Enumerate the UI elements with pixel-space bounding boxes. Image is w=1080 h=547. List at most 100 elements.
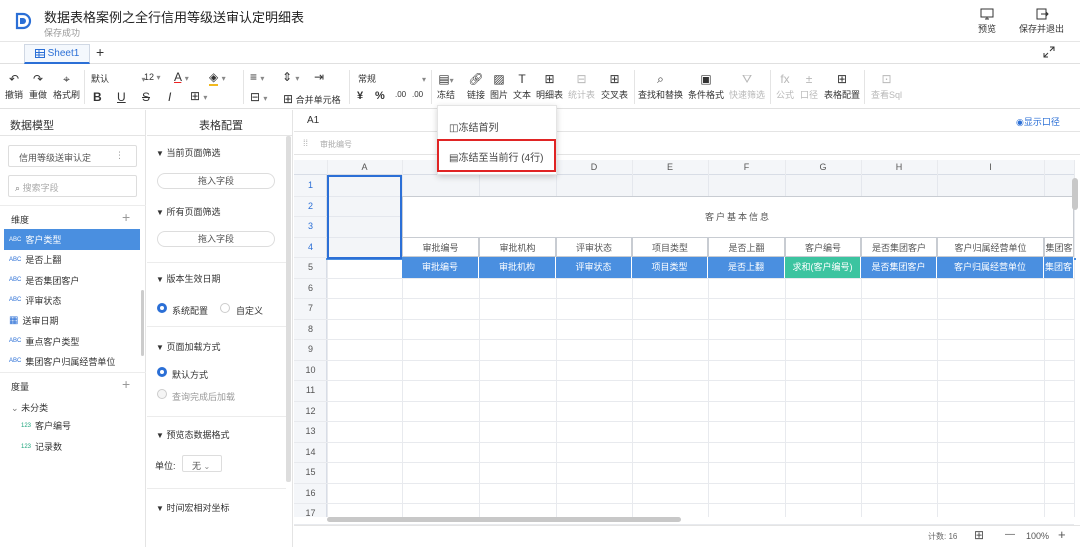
conditional-format-button[interactable]: ▣ 条件格式	[688, 72, 724, 101]
header-cell[interactable]: 是否上翻	[708, 236, 785, 257]
cross-table-button[interactable]: ⊞ 交叉表	[601, 72, 628, 101]
field-binding-cell[interactable]: 评审状态	[556, 257, 632, 278]
add-sheet-button[interactable]: +	[96, 44, 104, 60]
dataset-select[interactable]: 信用等级送审认定 ⋮	[8, 145, 137, 167]
header-cell[interactable]: 评审状态	[556, 236, 632, 257]
fill-color-button[interactable]: ◈ ▾	[209, 70, 226, 86]
detail-table-button[interactable]: ⊞ 明细表	[536, 72, 563, 101]
vertical-scrollbar[interactable]	[1072, 178, 1078, 210]
header-cell[interactable]: 客户编号	[785, 236, 861, 257]
column-header[interactable]: E	[632, 162, 708, 172]
preview-format-header[interactable]: ▼ 预览态数据格式	[156, 428, 229, 441]
column-header[interactable]: A	[327, 162, 402, 172]
underline-button[interactable]: U	[117, 90, 126, 104]
wrap-button[interactable]: ⇥	[314, 70, 324, 84]
header-cell[interactable]: 审批编号	[402, 236, 479, 257]
row-header[interactable]: 11	[294, 385, 327, 395]
merged-header-cell[interactable]: 客户基本信息	[402, 196, 1074, 238]
find-replace-button[interactable]: ⌕ 查找和替换	[638, 72, 683, 101]
table-config-button[interactable]: ⊞ 表格配置	[824, 72, 860, 101]
row-header[interactable]: 16	[294, 488, 327, 498]
field-binding-cell[interactable]: 审批编号	[402, 257, 479, 278]
freeze-first-column-item[interactable]: ◫冻结首列	[449, 119, 498, 134]
dimension-field-item[interactable]: ABC 是否上翻	[4, 249, 140, 270]
load-after-query-radio[interactable]	[157, 389, 167, 399]
uncategorized-group[interactable]: ⌄ 未分类	[11, 401, 48, 414]
field-binding-cell[interactable]: 是否集团客户	[861, 257, 937, 278]
dimension-field-item[interactable]: ABC 客户类型	[4, 229, 140, 250]
field-binding-cell[interactable]: 客户归属经营单位	[937, 257, 1044, 278]
add-measure-icon[interactable]: +	[122, 376, 130, 392]
number-format-select[interactable]: 常规 ▾	[358, 72, 426, 85]
column-header[interactable]: G	[785, 162, 861, 172]
undo-button[interactable]: ↶ 撤销	[5, 72, 23, 101]
grid-view-icon[interactable]: ⊞	[974, 528, 984, 542]
left-scrollbar[interactable]	[141, 290, 144, 356]
caliber-button[interactable]: ± 口径	[800, 72, 818, 101]
preview-button[interactable]: 预览	[978, 8, 996, 35]
header-cell[interactable]: 项目类型	[632, 236, 708, 257]
header-cell[interactable]: 客户归属经营单位	[937, 236, 1044, 257]
dimension-field-item[interactable]: ABC 评审状态	[4, 290, 140, 311]
format-brush-button[interactable]: ⌖ 格式刷	[53, 72, 80, 101]
drag-field-all[interactable]: 拖入字段	[157, 231, 275, 247]
border-button[interactable]: ⊞ ▾	[190, 89, 207, 103]
load-mode-header[interactable]: ▼ 页面加载方式	[156, 340, 220, 353]
column-header[interactable]: H	[861, 162, 937, 172]
redo-button[interactable]: ↷ 重做	[29, 72, 47, 101]
decimal-increase-button[interactable]: .00	[395, 90, 406, 99]
cell-reference[interactable]: A1	[307, 115, 319, 126]
freeze-button[interactable]: ▤▾ 冻结	[437, 72, 455, 101]
field-binding-cell[interactable]: 集团客	[1044, 257, 1074, 278]
dimension-field-item[interactable]: ABC 是否集团客户	[4, 270, 140, 291]
measure-field-item[interactable]: 123 记录数	[16, 436, 152, 457]
row-header[interactable]: 12	[294, 406, 327, 416]
merge-cells-button[interactable]: ⊞ 合并单元格	[283, 92, 341, 106]
row-header[interactable]: 5	[294, 262, 327, 272]
row-header[interactable]: 15	[294, 467, 327, 477]
decimal-decrease-button[interactable]: .00	[412, 90, 423, 99]
indent-button[interactable]: ⊟ ▾	[250, 90, 267, 104]
row-header[interactable]: 13	[294, 426, 327, 436]
unit-select[interactable]: 无 ⌄	[182, 455, 222, 472]
text-button[interactable]: T 文本	[513, 72, 531, 101]
align-button[interactable]: ≡ ▾	[250, 70, 264, 84]
dimension-field-item[interactable]: ABC 重点客户类型	[4, 331, 140, 352]
font-size-select[interactable]: 12 ▾	[144, 72, 161, 82]
column-header[interactable]: I	[937, 162, 1044, 172]
stat-table-button[interactable]: ⊟ 统计表	[568, 72, 595, 101]
zoom-in-button[interactable]: +	[1058, 527, 1066, 542]
field-binding-cell[interactable]: 是否上翻	[708, 257, 785, 278]
header-cell[interactable]: 是否集团客户	[861, 236, 937, 257]
row-header[interactable]: 6	[294, 283, 327, 293]
valign-button[interactable]: ⇕ ▾	[282, 70, 299, 84]
formula-input[interactable]: 审批编号	[320, 139, 352, 150]
horizontal-scrollbar[interactable]	[327, 517, 681, 522]
formula-button[interactable]: fx 公式	[776, 72, 794, 101]
column-header[interactable]: D	[556, 162, 632, 172]
view-sql-button[interactable]: ⊡ 查看Sql	[871, 72, 902, 101]
sys-config-radio[interactable]	[157, 303, 167, 313]
field-search-input[interactable]: ⌕ 搜索字段	[8, 175, 137, 197]
header-cell[interactable]: 集团客	[1044, 236, 1074, 257]
row-header[interactable]: 2	[294, 201, 327, 211]
measure-field-item[interactable]: 123 客户编号	[16, 415, 152, 436]
font-color-button[interactable]: A ▾	[174, 70, 189, 84]
add-dimension-icon[interactable]: +	[122, 209, 130, 225]
current-page-filter-header[interactable]: ▼ 当前页面筛选	[156, 146, 220, 159]
row-header[interactable]: 10	[294, 365, 327, 375]
time-axis-header[interactable]: ▼ 时间宏相对坐标	[156, 501, 229, 514]
save-exit-button[interactable]: 保存并退出	[1019, 8, 1064, 35]
mid-scrollbar[interactable]	[286, 136, 291, 482]
version-date-header[interactable]: ▼ 版本生效日期	[156, 272, 220, 285]
custom-radio[interactable]	[220, 303, 230, 313]
show-caliber-toggle[interactable]: ◉显示口径	[1016, 115, 1060, 128]
bold-button[interactable]: B	[93, 90, 102, 104]
row-header[interactable]: 7	[294, 303, 327, 313]
row-header[interactable]: 3	[294, 221, 327, 231]
default-mode-radio[interactable]	[157, 367, 167, 377]
row-header[interactable]: 9	[294, 344, 327, 354]
sheet-tab[interactable]: Sheet1	[24, 44, 90, 64]
dimension-field-item[interactable]: ▦ 送审日期	[4, 310, 140, 331]
header-cell[interactable]: 审批机构	[479, 236, 556, 257]
